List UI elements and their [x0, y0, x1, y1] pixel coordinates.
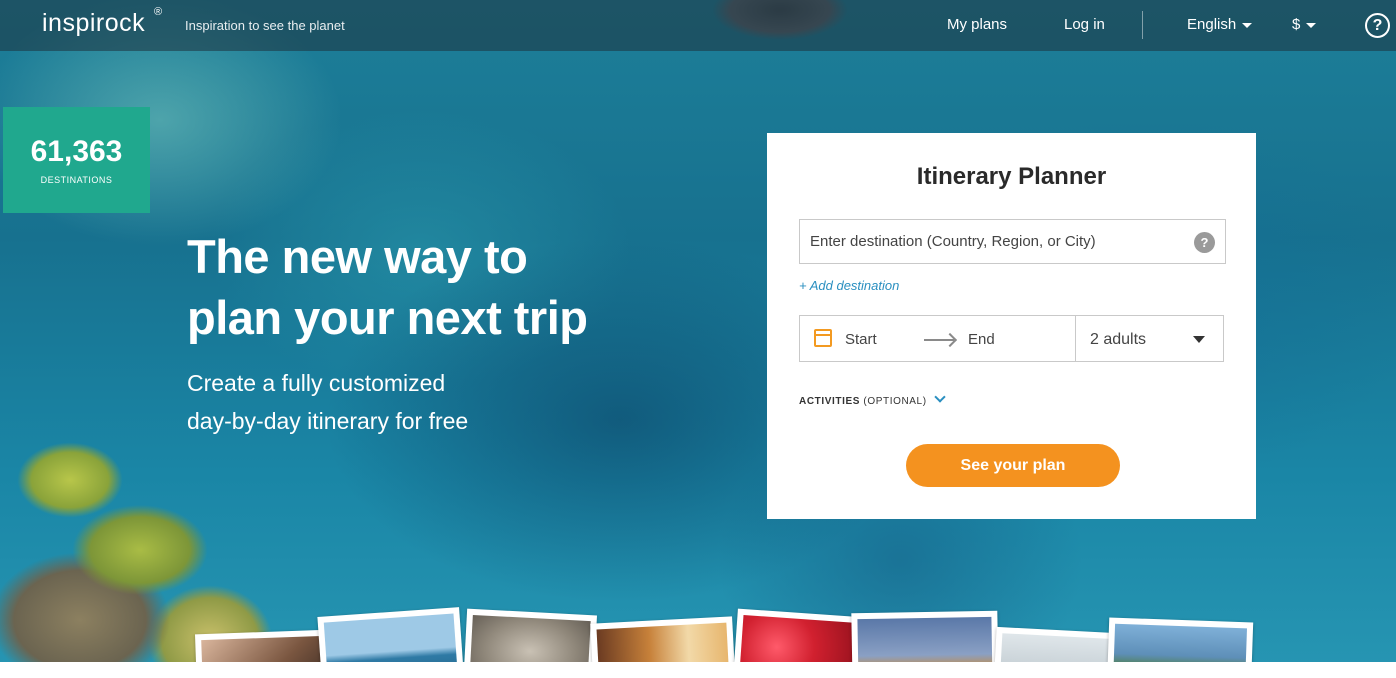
registered-mark: ®	[154, 6, 163, 18]
headline-line-2: plan your next trip	[187, 291, 588, 344]
language-label: English	[1187, 16, 1237, 33]
hero-headline: The new way to plan your next trip	[187, 226, 707, 348]
start-date-label[interactable]: Start	[845, 331, 877, 348]
arrow-right-icon	[924, 339, 954, 341]
destination-input[interactable]	[810, 220, 1190, 263]
activities-toggle[interactable]: ACTIVITIES (OPTIONAL)	[799, 391, 946, 407]
destination-field[interactable]: ?	[799, 219, 1226, 264]
tagline: Inspiration to see the planet	[185, 18, 345, 33]
my-plans-link[interactable]: My plans	[947, 16, 1007, 33]
question-icon[interactable]: ?	[1194, 232, 1215, 253]
log-in-link[interactable]: Log in	[1064, 16, 1105, 33]
destinations-badge: 61,363 DESTINATIONS	[3, 107, 150, 213]
activities-optional-label: (OPTIONAL)	[863, 396, 927, 407]
date-range-field[interactable]: Start End	[799, 315, 1076, 362]
hero-subheading: Create a fully customized day-by-day iti…	[187, 364, 707, 440]
nav-divider	[1142, 11, 1143, 39]
subhead-line-1: Create a fully customized	[187, 370, 446, 396]
caret-down-icon	[1193, 336, 1205, 343]
add-destination-link[interactable]: + Add destination	[799, 278, 899, 293]
headline-line-1: The new way to	[187, 230, 528, 283]
caret-down-icon	[1242, 22, 1253, 28]
top-nav: inspirock ® Inspiration to see the plane…	[0, 0, 1396, 51]
see-your-plan-button[interactable]: See your plan	[906, 444, 1120, 487]
caret-down-icon	[1306, 22, 1317, 28]
itinerary-planner-card: Itinerary Planner ? + Add destination St…	[767, 133, 1256, 519]
page-bottom-strip	[0, 662, 1396, 678]
help-icon[interactable]: ?	[1365, 13, 1390, 38]
calendar-icon	[814, 329, 832, 347]
destinations-label: DESTINATIONS	[40, 175, 113, 185]
subhead-line-2: day-by-day itinerary for free	[187, 408, 469, 434]
language-select[interactable]: English	[1187, 16, 1253, 33]
travelers-select[interactable]: 2 adults	[1075, 315, 1224, 362]
currency-label: $	[1292, 16, 1301, 33]
chevron-down-icon	[934, 391, 946, 403]
end-date-label[interactable]: End	[968, 331, 995, 348]
planner-title: Itinerary Planner	[916, 163, 1107, 190]
activities-label: ACTIVITIES	[799, 396, 861, 407]
logo[interactable]: inspirock	[42, 9, 145, 38]
destinations-count: 61,363	[30, 135, 123, 168]
currency-select[interactable]: $	[1292, 16, 1317, 33]
travelers-value: 2 adults	[1090, 331, 1147, 348]
